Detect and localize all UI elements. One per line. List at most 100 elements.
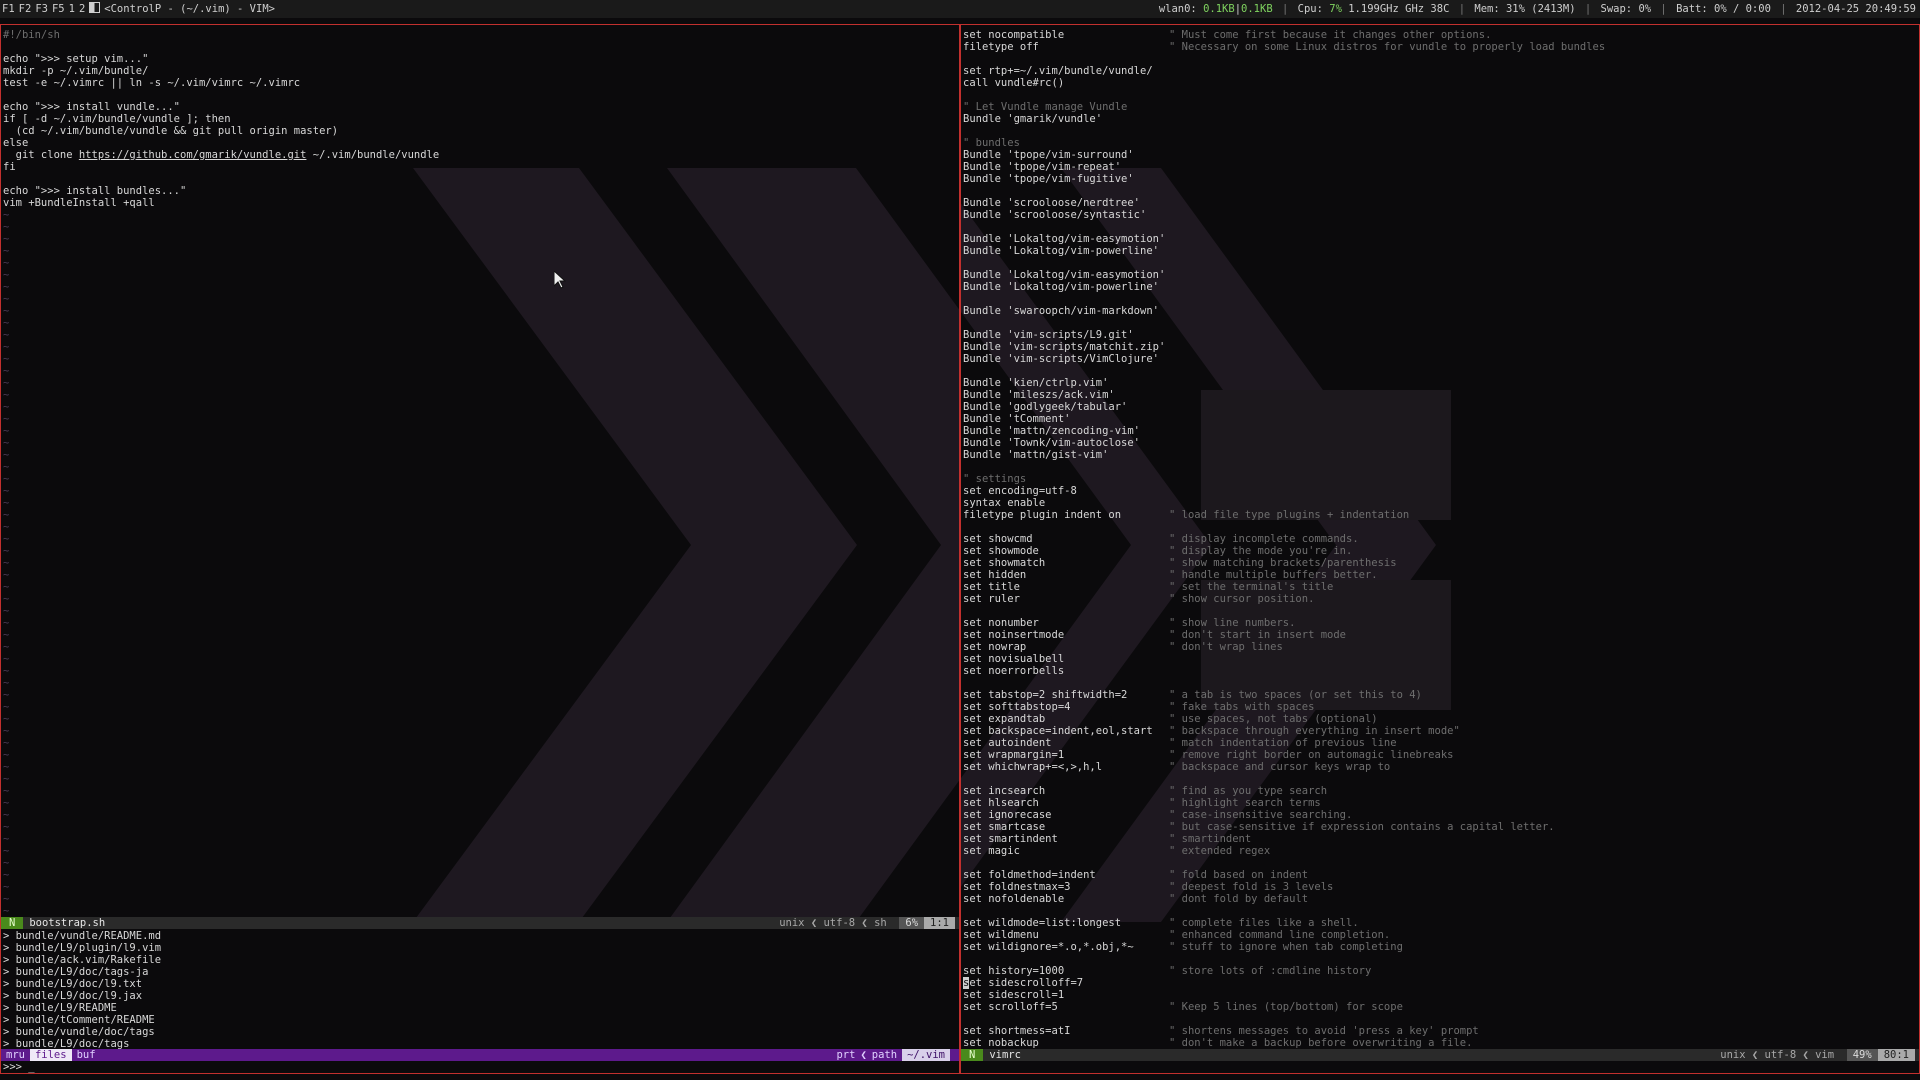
ctrlp-match-item[interactable]: > bundle/vundle/doc/tags xyxy=(3,1026,957,1038)
code-line: set showmode " display the mode you're in… xyxy=(963,545,1917,557)
code-line: set wildmenu " enhanced command line comp… xyxy=(963,929,1917,941)
ctrlp-match-item[interactable]: > bundle/L9/doc/l9.jax xyxy=(3,990,957,1002)
code-line: filetype off " Necessary on some Linux di… xyxy=(963,41,1917,53)
code-url-link[interactable]: https://github.com/gmarik/vundle.git xyxy=(79,149,307,161)
ctrlp-match-item[interactable]: > bundle/L9/doc/tags-ja xyxy=(3,966,957,978)
code-text: set nobackup xyxy=(963,1037,1039,1049)
ctrlp-match-item[interactable]: > bundle/L9/plugin/l9.vim xyxy=(3,942,957,954)
mouse-pointer-icon xyxy=(554,271,566,289)
code-line: fi xyxy=(3,161,16,173)
ctrlp-prompt[interactable]: >>> _ xyxy=(3,1061,957,1073)
code-comment: " extended regex xyxy=(1169,845,1271,857)
empty-line-tilde: ~ xyxy=(3,857,10,869)
empty-line-tilde: ~ xyxy=(3,869,10,881)
tag-f2[interactable]: F2 xyxy=(19,3,32,15)
mode-indicator: N xyxy=(961,1049,984,1061)
code-line: else xyxy=(3,137,29,149)
ctrlp-match-list[interactable]: > bundle/vundle/README.md > bundle/L9/plu… xyxy=(3,930,957,1050)
code-line: Bundle 'gmarik/vundle' xyxy=(963,113,1917,125)
ctrlp-mode-files[interactable]: files xyxy=(29,1049,72,1061)
tag-f5[interactable]: F5 xyxy=(52,3,65,15)
tag-list: F1 F2 F3 F5 1 2 <ControlP - (~/.vim) - VIM> xyxy=(2,0,275,18)
code-line: Bundle 'godlygeek/tabular' xyxy=(963,401,1917,413)
code-text: set foldnestmax=3 xyxy=(963,881,1071,893)
ctrlp-match-item[interactable]: > bundle/tComment/README xyxy=(3,1014,957,1026)
file-type: vim xyxy=(1815,1049,1835,1061)
code-comment: " backspace and cursor keys wrap to xyxy=(1169,761,1391,773)
code-line: set showmatch " show matching brackets/pa… xyxy=(963,557,1917,569)
code-comment: " Must come first because it changes oth… xyxy=(1169,29,1492,41)
code-line: echo ">>> setup vim..." xyxy=(3,53,149,65)
empty-line-tilde: ~ xyxy=(3,737,10,749)
tag-2[interactable]: 2 xyxy=(79,3,85,15)
ctrlp-match-item[interactable]: > bundle/L9/README xyxy=(3,1002,957,1014)
cpu-freq: 1.199GHz GHz xyxy=(1348,3,1425,15)
tag-1[interactable]: 1 xyxy=(69,3,75,15)
code-comment: " don't start in insert mode xyxy=(1169,629,1347,641)
empty-line-tilde: ~ xyxy=(3,245,10,257)
code-line: set ruler " show cursor position. xyxy=(963,593,1917,605)
code-line: " Let Vundle manage Vundle xyxy=(963,101,1917,113)
code-text: set nonumber xyxy=(963,617,1039,629)
code-comment: " enhanced command line completion. xyxy=(1169,929,1391,941)
code-text: Bundle 'swaroopch/vim-markdown' xyxy=(963,305,1159,317)
code-line: set wildmode=list:longest " complete file… xyxy=(963,917,1917,929)
empty-line-tilde: ~ xyxy=(3,425,10,437)
code-line: set hlsearch " highlight search terms xyxy=(963,797,1917,809)
ctrlp-match-item[interactable]: > bundle/vundle/README.md xyxy=(3,930,957,942)
left-terminal-window[interactable]: #!/bin/sh echo ">>> setup vim..." mkdir -p… xyxy=(0,24,960,1074)
code-line: Bundle 'vim-scripts/matchit.zip' xyxy=(963,341,1917,353)
code-line: set whichwrap+=<,>,h,l " backspace and cu… xyxy=(963,761,1917,773)
code-line: set smartcase " but case-sensitive if exp… xyxy=(963,821,1917,833)
empty-line-tilde: ~ xyxy=(3,329,10,341)
code-line: git clone https://github.com/gmarik/vund… xyxy=(3,149,957,161)
layout-icon[interactable] xyxy=(89,2,101,13)
file-encoding: utf-8 xyxy=(1764,1049,1797,1061)
code-line: test -e ~/.vimrc || ln -s ~/.vim/vimrc ~… xyxy=(3,77,301,89)
editor-buffer-bootstrap[interactable]: #!/bin/sh echo ">>> setup vim..." mkdir -p… xyxy=(3,29,957,917)
code-comment: " show line numbers. xyxy=(1169,617,1296,629)
code-text: set wildmenu xyxy=(963,929,1039,941)
code-comment: " deepest fold is 3 levels xyxy=(1169,881,1334,893)
tag-f1[interactable]: F1 xyxy=(2,3,15,15)
mem-usage: Mem: 31% (2413M) xyxy=(1474,3,1576,15)
code-text: set hidden xyxy=(963,569,1027,581)
code-text: set sidescrolloff=7 xyxy=(963,977,1084,989)
code-comment: " set the terminal's title xyxy=(1169,581,1334,593)
ctrlp-match-item[interactable]: > bundle/L9/doc/l9.txt xyxy=(3,978,957,990)
code-line: set nobackup " don't make a backup before… xyxy=(963,1037,1917,1049)
code-comment: " match indentation of previous line xyxy=(1169,737,1397,749)
empty-line-tilde: ~ xyxy=(3,689,10,701)
empty-line-tilde: ~ xyxy=(3,761,10,773)
code-line: set nowrap " don't wrap lines xyxy=(963,641,1917,653)
code-comment: " use spaces, not tabs (optional) xyxy=(1169,713,1378,725)
code-text: set smartindent xyxy=(963,833,1058,845)
mode-indicator: N xyxy=(1,917,24,929)
ctrlp-match-item[interactable]: > bundle/ack.vim/Rakefile xyxy=(3,954,957,966)
empty-line-tilde: ~ xyxy=(3,449,10,461)
ctrlp-mode-buf[interactable]: buf xyxy=(72,1049,101,1061)
code-comment: " shortens messages to avoid 'press a ke… xyxy=(1169,1025,1479,1037)
code-line: set noinsertmode " don't start in insert … xyxy=(963,629,1917,641)
code-line: Bundle 'mattn/gist-vim' xyxy=(963,449,1917,461)
tag-f3[interactable]: F3 xyxy=(35,3,48,15)
code-line: Bundle 'tComment' xyxy=(963,413,1917,425)
empty-line-tilde: ~ xyxy=(3,833,10,845)
editor-buffer-vimrc[interactable]: set nocompatible " Must come first becaus… xyxy=(963,29,1917,1049)
code-text: set whichwrap+=<,>,h,l xyxy=(963,761,1103,773)
right-terminal-window[interactable]: set nocompatible " Must come first becaus… xyxy=(960,24,1920,1074)
cpu-temp: 38C xyxy=(1430,3,1450,15)
code-text: set nocompatible xyxy=(963,29,1065,41)
code-comment: " smartindent xyxy=(1169,833,1252,845)
code-line: mkdir -p ~/.vim/bundle/ xyxy=(3,65,149,77)
code-line: Bundle 'scrooloose/syntastic' xyxy=(963,209,1917,221)
empty-line-tilde: ~ xyxy=(3,293,10,305)
ctrlp-mode-mru[interactable]: mru xyxy=(1,1049,30,1061)
